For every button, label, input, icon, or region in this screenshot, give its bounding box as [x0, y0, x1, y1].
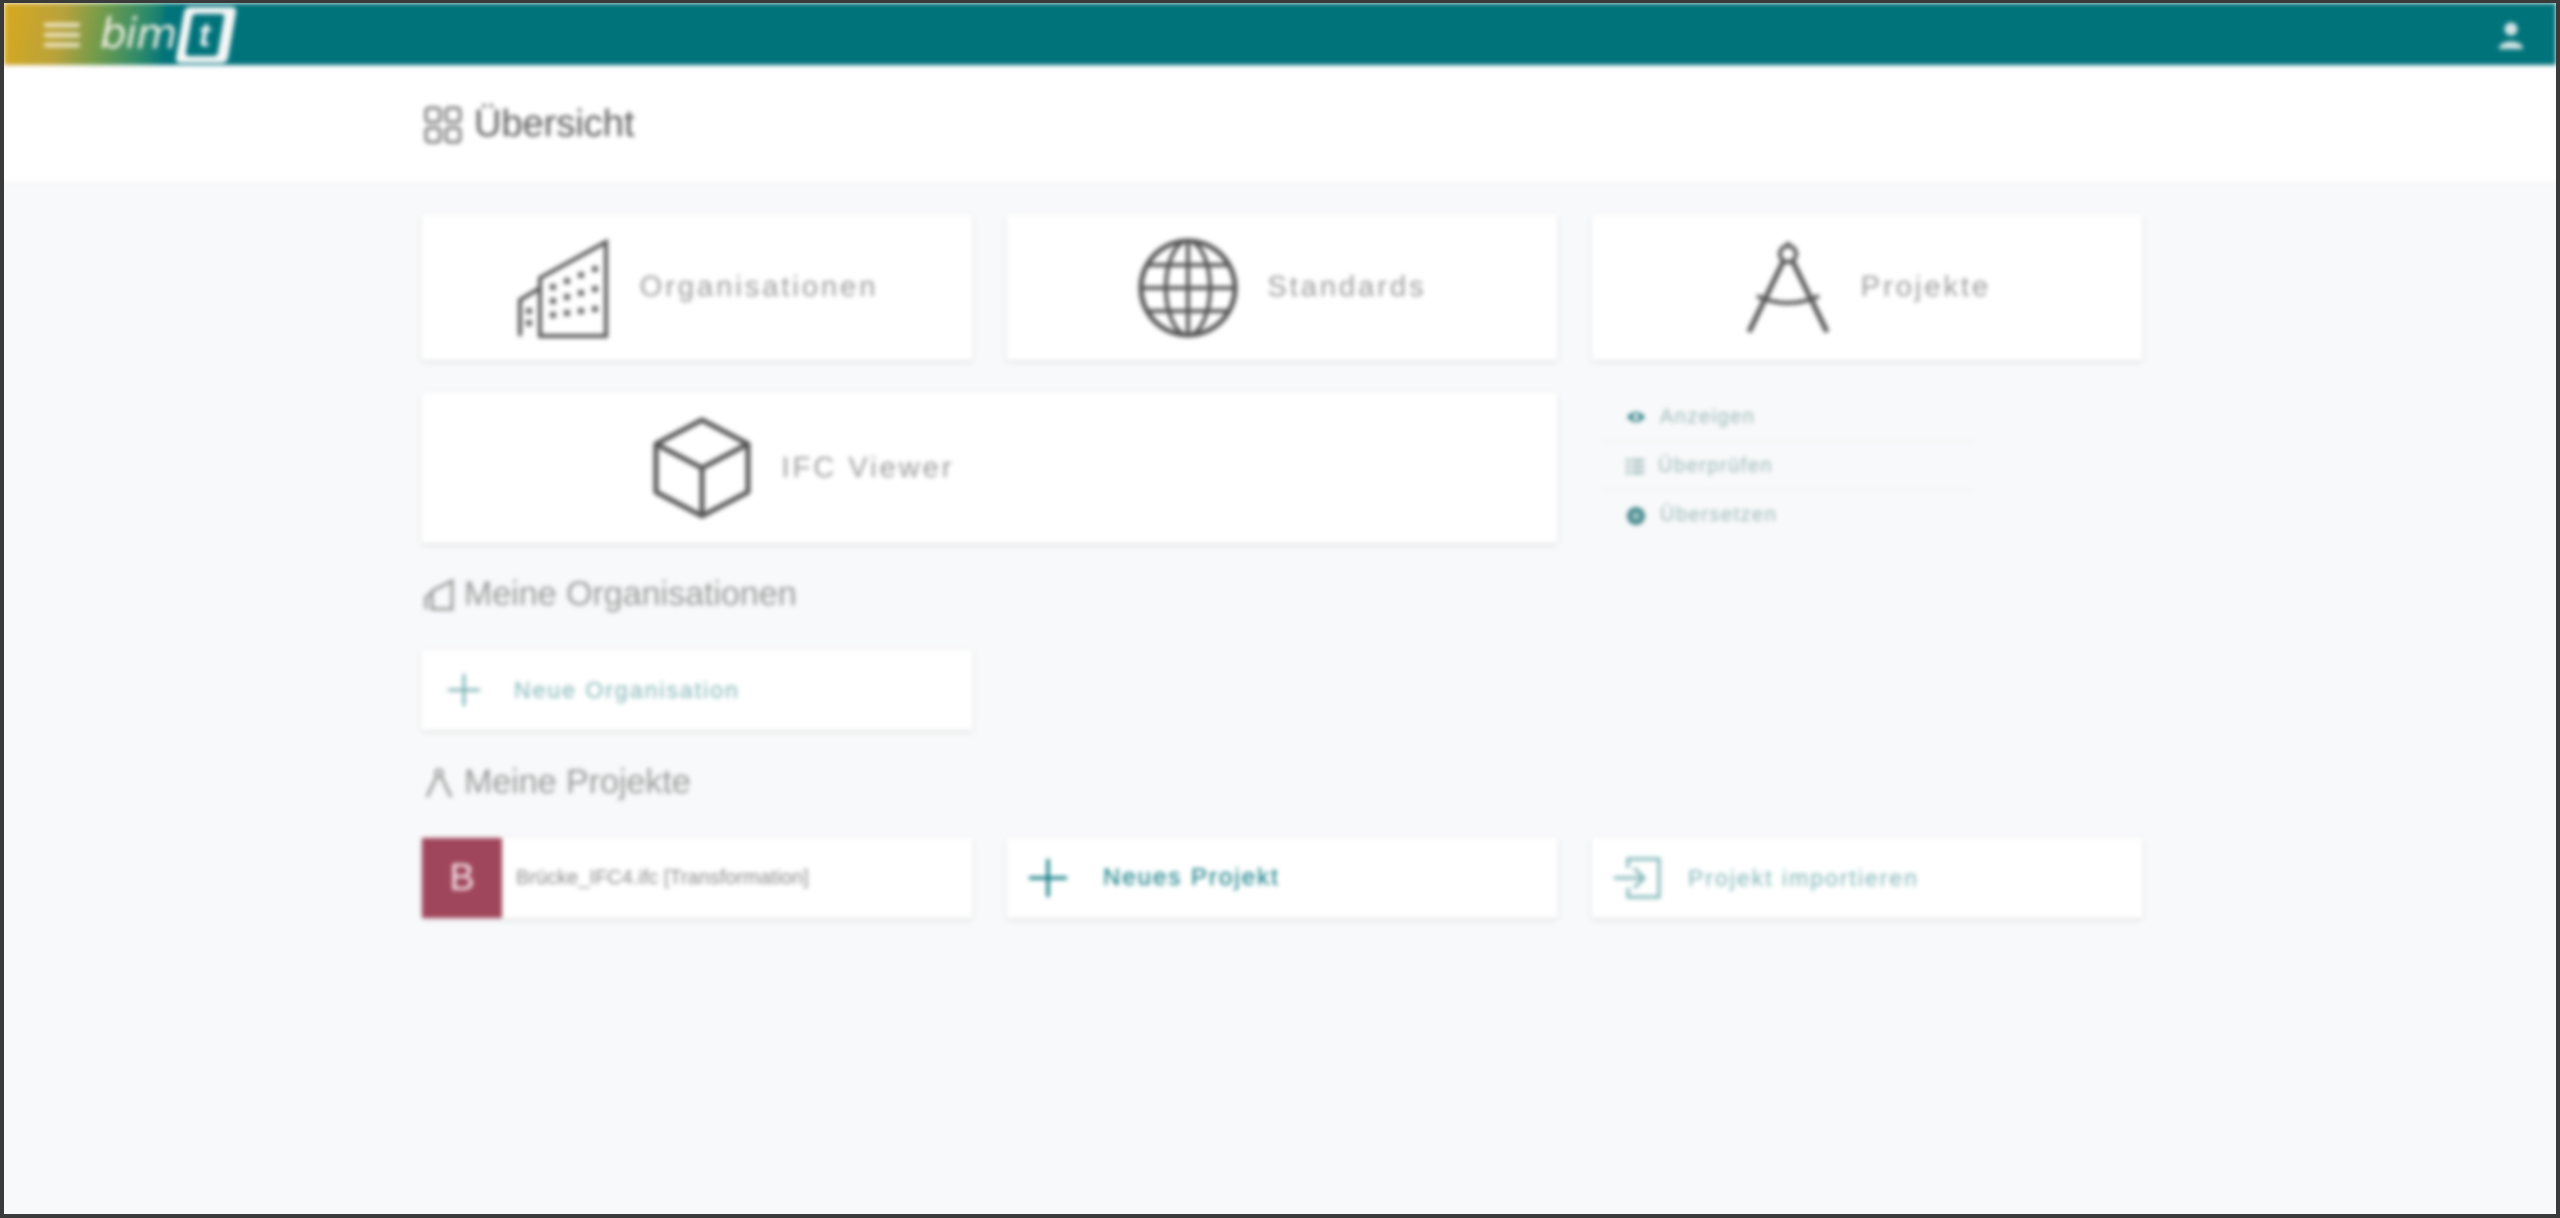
dashboard-icon [424, 106, 462, 143]
project-avatar-initial: B [449, 856, 475, 899]
page-header: Übersicht [4, 65, 2556, 183]
checklist-icon [1626, 459, 1644, 474]
my-projects-heading: Meine Projekte [424, 763, 691, 802]
cube-icon [653, 417, 751, 519]
globe-icon [1138, 238, 1238, 337]
blurred-page: bim t Übersicht Organisationen Standards… [4, 3, 2556, 1214]
my-organisations-title: Meine Organisationen [464, 575, 797, 613]
ifc-viewer-translate-label: Übersetzen [1660, 504, 1778, 526]
new-project-button[interactable]: Neues Projekt [1007, 838, 1557, 918]
ifc-viewer-links: Anzeigen Überprüfen Übersetzen [1602, 393, 1972, 543]
ifc-viewer-translate-link[interactable]: Übersetzen [1602, 491, 1972, 540]
plus-icon [1029, 859, 1067, 897]
compass-icon [1746, 241, 1830, 333]
user-icon[interactable] [2498, 21, 2524, 49]
ifc-viewer-card: IFC Viewer Anzeigen Überprüfen Übersetze… [422, 393, 1972, 543]
ifc-viewer-view-label: Anzeigen [1660, 405, 1756, 428]
logo-text[interactable]: bim [100, 9, 177, 58]
project-name: Brücke_IFC4.ifc [Transformation] [516, 866, 809, 889]
import-icon [1614, 857, 1661, 899]
logo-badge[interactable]: t [175, 7, 237, 63]
tile-projects-label: Projekte [1860, 271, 1992, 303]
my-projects-title: Meine Projekte [464, 763, 691, 801]
new-organisation-button[interactable]: Neue Organisation [422, 650, 972, 730]
tile-ifc-viewer[interactable]: IFC Viewer [422, 393, 1602, 543]
building-small-icon [424, 578, 454, 610]
ifc-viewer-check-link[interactable]: Überprüfen [1602, 442, 1972, 491]
tile-standards-label: Standards [1267, 271, 1427, 303]
app-window: bim t Übersicht Organisationen Standards… [4, 3, 2556, 1214]
tile-ifc-viewer-label: IFC Viewer [781, 451, 955, 484]
ifc-viewer-view-link[interactable]: Anzeigen [1602, 393, 1972, 442]
translate-icon [1627, 506, 1645, 525]
import-project-button[interactable]: Projekt importieren [1592, 838, 2142, 918]
logo-badge-letter: t [185, 14, 225, 56]
top-bar: bim t [4, 3, 2556, 65]
tile-organisations[interactable]: Organisationen [422, 215, 972, 360]
new-project-label: Neues Projekt [1103, 864, 1280, 891]
eye-icon [1627, 412, 1645, 422]
plus-icon [448, 674, 480, 706]
building-icon [517, 238, 608, 338]
project-card-bruecke[interactable]: B Brücke_IFC4.ifc [Transformation] [422, 838, 972, 918]
tile-standards[interactable]: Standards [1007, 215, 1557, 360]
page-title-text: Übersicht [474, 103, 635, 145]
project-avatar: B [422, 838, 502, 918]
my-organisations-heading: Meine Organisationen [424, 575, 797, 614]
compass-small-icon [425, 767, 453, 798]
import-project-label: Projekt importieren [1688, 864, 1920, 891]
tile-projects[interactable]: Projekte [1592, 215, 2142, 360]
ifc-viewer-check-label: Überprüfen [1658, 454, 1774, 477]
tile-organisations-label: Organisationen [639, 271, 879, 303]
page-title: Übersicht [424, 103, 635, 146]
menu-icon[interactable] [44, 23, 80, 47]
new-organisation-label: Neue Organisation [514, 676, 740, 703]
